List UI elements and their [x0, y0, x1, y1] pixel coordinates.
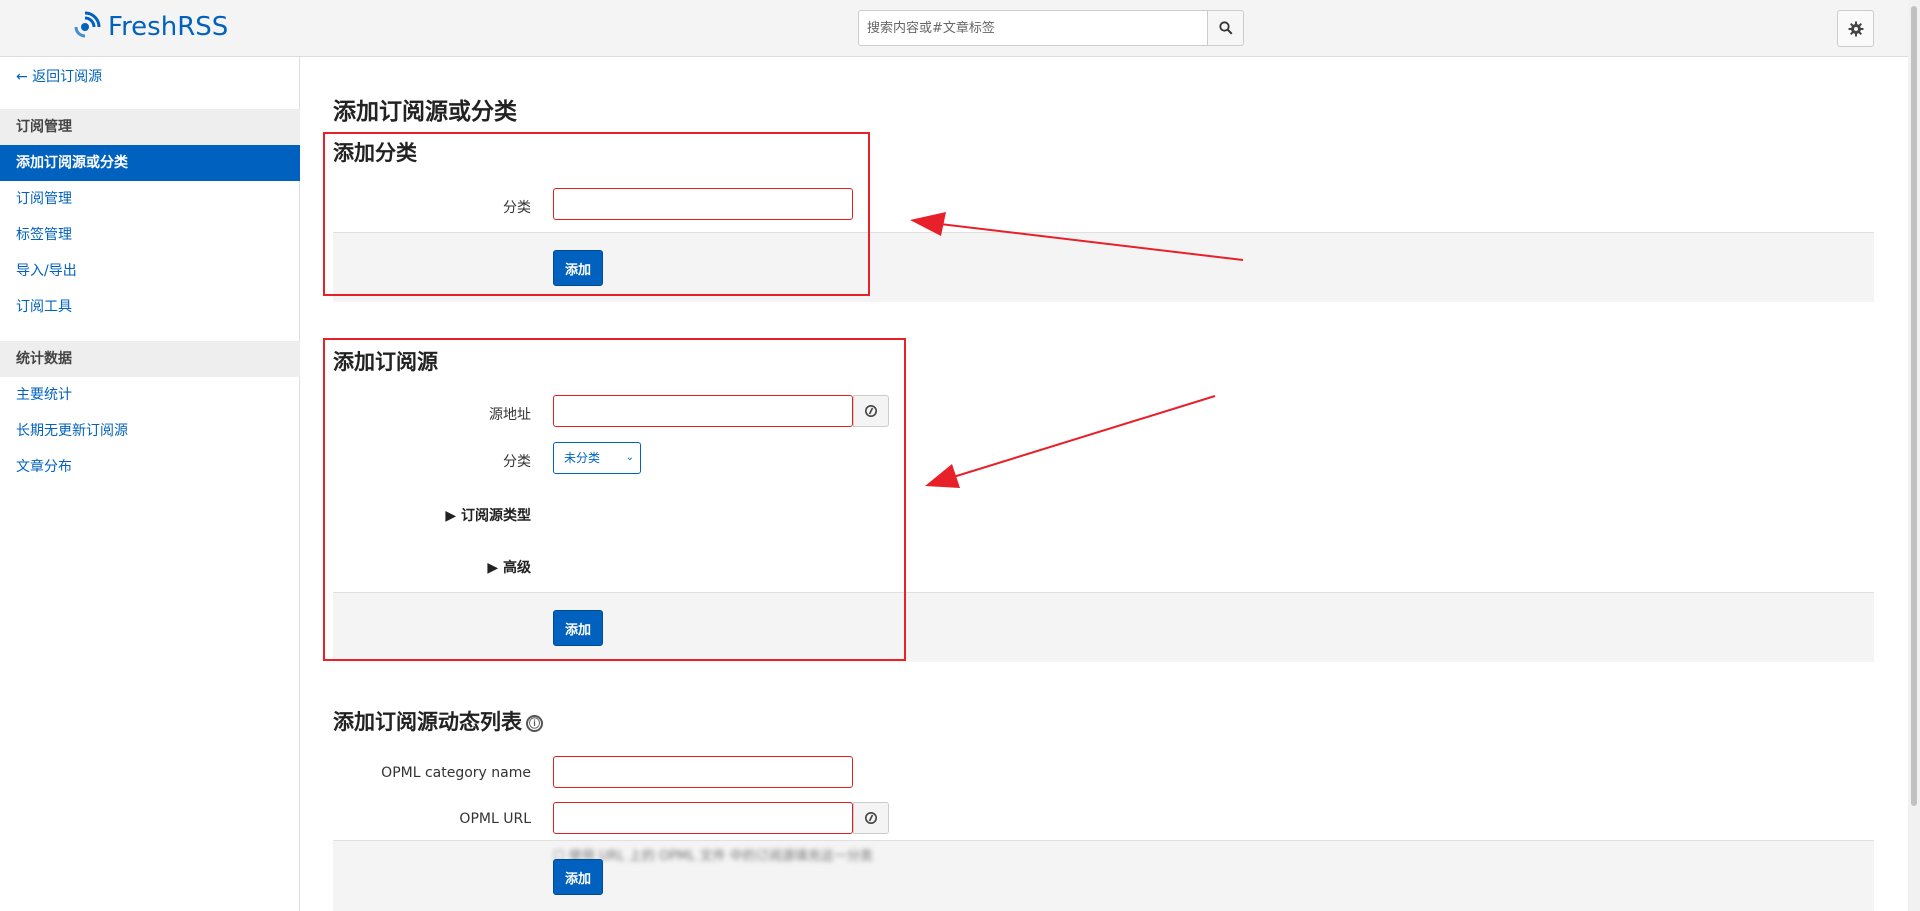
annotation-arrows	[910, 212, 1244, 488]
annotation-arrow-head-2	[925, 464, 960, 488]
annotation-arrow-head-1	[910, 212, 946, 236]
